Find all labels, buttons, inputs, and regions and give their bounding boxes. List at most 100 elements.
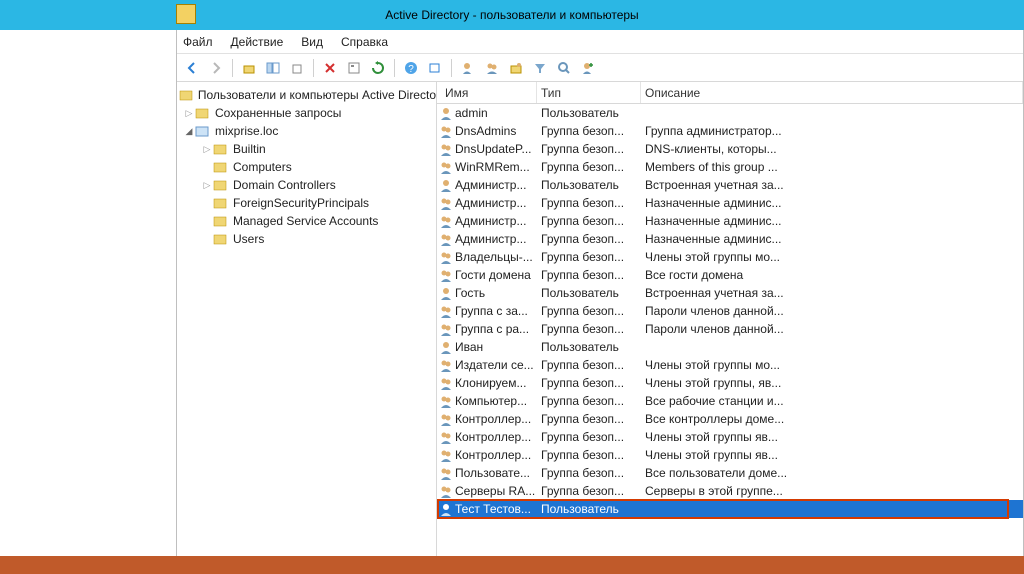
tree-fsp[interactable]: ForeignSecurityPrincipals xyxy=(177,194,436,212)
menu-action[interactable]: Действие xyxy=(231,35,284,49)
tree-builtin[interactable]: ▷Builtin xyxy=(177,140,436,158)
list-pane: Имя Тип Описание adminПользовательDnsAdm… xyxy=(437,82,1023,573)
cell-type: Группа безоп... xyxy=(537,250,641,264)
toolbar: ? xyxy=(177,54,1023,82)
new-user-button[interactable] xyxy=(457,57,479,79)
find-button[interactable] xyxy=(424,57,446,79)
list-row[interactable]: Пользовате...Группа безоп...Все пользова… xyxy=(437,464,1023,482)
list-row[interactable]: DnsUpdateP...Группа безоп...DNS-клиенты,… xyxy=(437,140,1023,158)
show-hide-button[interactable] xyxy=(262,57,284,79)
new-ou-button[interactable] xyxy=(505,57,527,79)
cell-name: Издатели се... xyxy=(455,358,537,372)
tree-domain-controllers[interactable]: ▷Domain Controllers xyxy=(177,176,436,194)
add-to-group-button[interactable] xyxy=(577,57,599,79)
tree-domain[interactable]: ◢ mixprise.loc xyxy=(177,122,436,140)
cell-desc: Пароли членов данной... xyxy=(641,322,1023,336)
new-group-button[interactable] xyxy=(481,57,503,79)
list-row[interactable]: Компьютер...Группа безоп...Все рабочие с… xyxy=(437,392,1023,410)
list-row[interactable]: WinRMRem...Группа безоп...Members of thi… xyxy=(437,158,1023,176)
cell-name: Администр... xyxy=(455,196,537,210)
menubar: Файл Действие Вид Справка xyxy=(177,30,1023,54)
cell-type: Группа безоп... xyxy=(537,214,641,228)
cell-type: Группа безоп... xyxy=(537,232,641,246)
cell-type: Пользователь xyxy=(537,178,641,192)
list-row[interactable]: ГостьПользовательВстроенная учетная за..… xyxy=(437,284,1023,302)
list-row[interactable]: Издатели се...Группа безоп...Члены этой … xyxy=(437,356,1023,374)
menu-help[interactable]: Справка xyxy=(341,35,388,49)
tree-computers[interactable]: Computers xyxy=(177,158,436,176)
cell-type: Группа безоп... xyxy=(537,142,641,156)
cell-desc: Члены этой группы яв... xyxy=(641,448,1023,462)
properties-button[interactable] xyxy=(343,57,365,79)
up-button[interactable] xyxy=(238,57,260,79)
refresh-button[interactable] xyxy=(367,57,389,79)
group-icon xyxy=(437,394,455,408)
cell-desc: DNS-клиенты, которы... xyxy=(641,142,1023,156)
cell-name: Серверы RA... xyxy=(455,484,537,498)
col-type[interactable]: Тип xyxy=(537,82,641,103)
cut-button[interactable] xyxy=(286,57,308,79)
list-row[interactable]: Администр...ПользовательВстроенная учетн… xyxy=(437,176,1023,194)
tree-users[interactable]: Users xyxy=(177,230,436,248)
cell-name: Администр... xyxy=(455,214,537,228)
user-icon xyxy=(437,106,455,120)
list-row[interactable]: Группа с за...Группа безоп...Пароли член… xyxy=(437,302,1023,320)
back-button[interactable] xyxy=(181,57,203,79)
cell-type: Пользователь xyxy=(537,340,641,354)
list-row[interactable]: Администр...Группа безоп...Назначенные а… xyxy=(437,212,1023,230)
list-row[interactable]: Группа с ра...Группа безоп...Пароли член… xyxy=(437,320,1023,338)
group-icon xyxy=(437,466,455,480)
bottom-accent-bar xyxy=(0,556,1024,574)
cell-name: Контроллер... xyxy=(455,430,537,444)
cell-type: Группа безоп... xyxy=(537,412,641,426)
menu-file[interactable]: Файл xyxy=(183,35,213,49)
group-icon xyxy=(437,430,455,444)
group-icon xyxy=(437,250,455,264)
list-row[interactable]: DnsAdminsГруппа безоп...Группа администр… xyxy=(437,122,1023,140)
list-row[interactable]: Гости доменаГруппа безоп...Все гости дом… xyxy=(437,266,1023,284)
list-row[interactable]: adminПользователь xyxy=(437,104,1023,122)
help-button[interactable]: ? xyxy=(400,57,422,79)
list-row[interactable]: Клонируем...Группа безоп...Члены этой гр… xyxy=(437,374,1023,392)
cell-type: Группа безоп... xyxy=(537,196,641,210)
list-row[interactable]: Администр...Группа безоп...Назначенные а… xyxy=(437,230,1023,248)
forward-button[interactable] xyxy=(205,57,227,79)
list-row[interactable]: Контроллер...Группа безоп...Члены этой г… xyxy=(437,446,1023,464)
cell-desc: Все гости домена xyxy=(641,268,1023,282)
list-row[interactable]: ИванПользователь xyxy=(437,338,1023,356)
cell-desc: Серверы в этой группе... xyxy=(641,484,1023,498)
list-row[interactable]: Администр...Группа безоп...Назначенные а… xyxy=(437,194,1023,212)
cell-desc: Группа администратор... xyxy=(641,124,1023,138)
group-icon xyxy=(437,358,455,372)
window-body: Файл Действие Вид Справка ? Пользователи… xyxy=(176,30,1024,574)
cell-desc: Все рабочие станции и... xyxy=(641,394,1023,408)
cell-desc: Встроенная учетная за... xyxy=(641,178,1023,192)
cell-desc: Члены этой группы мо... xyxy=(641,358,1023,372)
list-row[interactable]: Владельцы-...Группа безоп...Члены этой г… xyxy=(437,248,1023,266)
group-icon xyxy=(437,214,455,228)
cell-type: Пользователь xyxy=(537,502,641,516)
tree-saved-queries[interactable]: ▷ Сохраненные запросы xyxy=(177,104,436,122)
group-icon xyxy=(437,142,455,156)
cell-desc: Члены этой группы яв... xyxy=(641,430,1023,444)
col-name[interactable]: Имя xyxy=(437,82,537,103)
system-menu-icon[interactable] xyxy=(176,4,196,24)
search-button[interactable] xyxy=(553,57,575,79)
menu-view[interactable]: Вид xyxy=(301,35,323,49)
list-row[interactable]: Контроллер...Группа безоп...Все контролл… xyxy=(437,410,1023,428)
list-row[interactable]: Тест Тестов...Пользователь xyxy=(437,500,1023,518)
delete-button[interactable] xyxy=(319,57,341,79)
tree-msa[interactable]: Managed Service Accounts xyxy=(177,212,436,230)
group-icon xyxy=(437,412,455,426)
col-desc[interactable]: Описание xyxy=(641,82,1023,103)
list-row[interactable]: Контроллер...Группа безоп...Члены этой г… xyxy=(437,428,1023,446)
list-row[interactable]: Серверы RA...Группа безоп...Серверы в эт… xyxy=(437,482,1023,500)
cell-name: Клонируем... xyxy=(455,376,537,390)
cell-name: DnsUpdateP... xyxy=(455,142,537,156)
cell-name: Иван xyxy=(455,340,537,354)
cell-type: Группа безоп... xyxy=(537,322,641,336)
filter-button[interactable] xyxy=(529,57,551,79)
group-icon xyxy=(437,160,455,174)
tree-root[interactable]: Пользователи и компьютеры Active Directo xyxy=(177,86,436,104)
cell-type: Группа безоп... xyxy=(537,430,641,444)
